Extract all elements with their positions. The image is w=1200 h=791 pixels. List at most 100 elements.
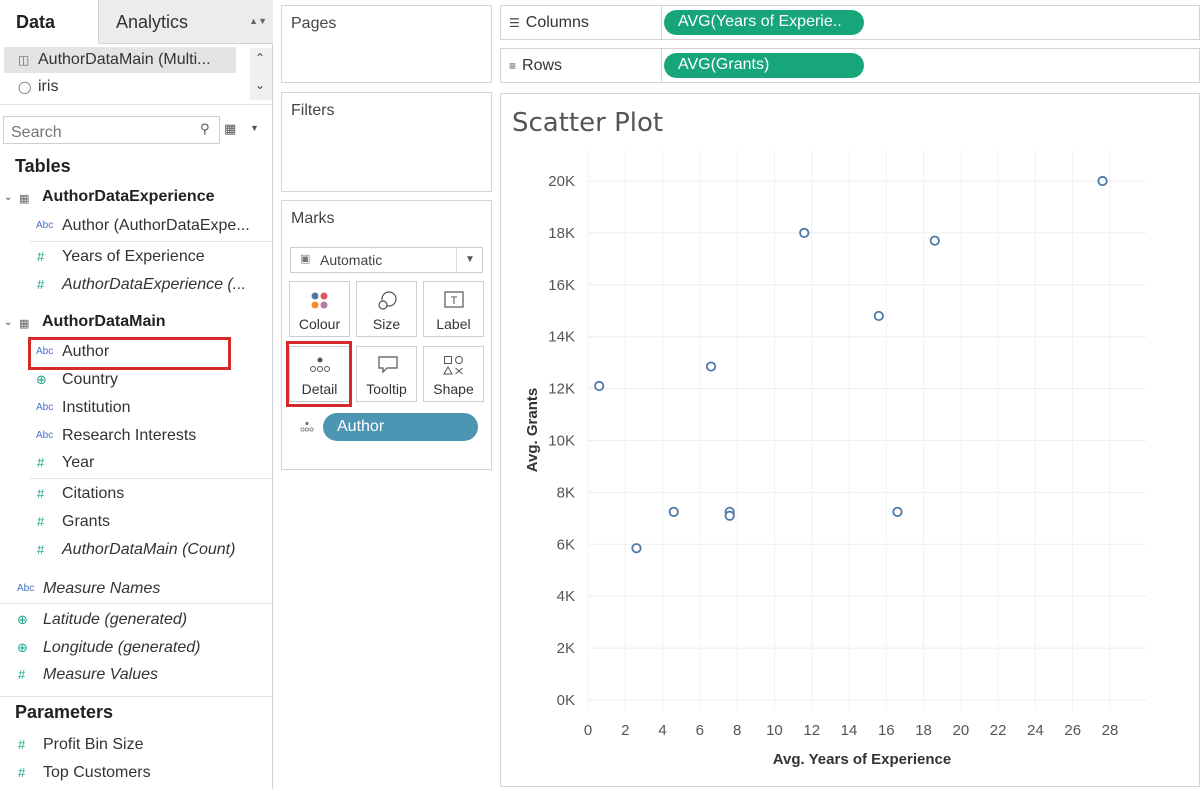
x-tick-label: 2 [621, 722, 629, 739]
x-axis-label: Avg. Years of Experience [773, 751, 951, 768]
filters-card[interactable]: Filters [281, 92, 492, 192]
field-label: Grants [62, 513, 111, 530]
view-list-icon[interactable]: ▦ [224, 121, 236, 137]
field-label: Measure Names [43, 580, 161, 597]
table-header-authordataexperience[interactable]: ⌄ ▦ AuthorDataExperience [0, 188, 272, 214]
scatter-point[interactable] [668, 506, 679, 517]
scatter-point[interactable] [892, 506, 903, 517]
y-tick-label: 18K [548, 225, 575, 242]
detail-icon [300, 421, 314, 432]
mark-type-select[interactable]: ▣ Automatic ▼ [290, 247, 483, 273]
scatter-point[interactable] [1097, 175, 1108, 187]
scatter-point[interactable] [631, 543, 642, 554]
scatter-point[interactable] [724, 510, 735, 521]
table-header-authordatamain[interactable]: ⌄ ▦ AuthorDataMain [0, 313, 272, 339]
scatter-plot[interactable]: 0K2K4K6K8K10K12K14K16K18K20K 0 2 4 6 8 10 12 14… [500, 140, 1200, 780]
rows-shelf[interactable]: ≡ Rows AVG(Grants) [500, 48, 1200, 83]
divider [661, 6, 662, 39]
scroll-down-icon[interactable]: ⌄ [255, 78, 265, 92]
columns-shelf[interactable]: ☰ Columns AVG(Years of Experie.. [500, 5, 1200, 40]
field-item[interactable]: # AuthorDataExperience (... [30, 275, 272, 303]
marks-title: Marks [291, 210, 335, 227]
chevron-down-icon[interactable]: ⌄ [4, 317, 12, 328]
y-tick-label: 16K [548, 277, 575, 294]
field-label: Author (AuthorDataExpe... [62, 217, 250, 234]
scatter-point[interactable] [799, 227, 810, 239]
field-item[interactable]: ⊕ Country [30, 370, 272, 398]
rows-icon: ≡ [509, 59, 517, 73]
label-button[interactable]: T Label [423, 281, 484, 337]
tab-analytics[interactable]: Analytics ▲▼ [98, 0, 273, 44]
columns-pill[interactable]: AVG(Years of Experie.. [664, 10, 864, 35]
field-item[interactable]: # Citations [30, 484, 272, 512]
scatter-point[interactable] [705, 361, 717, 372]
pages-card[interactable]: Pages [281, 5, 492, 83]
search-icon: ⚲ [200, 121, 210, 136]
y-tick-label: 12K [548, 381, 575, 398]
number-type-icon: # [18, 737, 26, 752]
shape-button[interactable]: Shape [423, 346, 484, 402]
field-item[interactable]: # AuthorDataMain (Count) [30, 540, 272, 568]
shape-icon [443, 356, 463, 375]
columns-icon: ☰ [509, 16, 520, 30]
datasource-item-authordatamain[interactable]: ◫ AuthorDataMain (Multi... [4, 47, 236, 73]
shape-label: Shape [433, 381, 474, 397]
datasource-item-iris[interactable]: ◯ iris [4, 74, 236, 100]
field-item[interactable]: # Years of Experience [30, 247, 272, 275]
colour-label: Colour [298, 316, 341, 332]
field-label: Citations [62, 485, 125, 502]
tooltip-button[interactable]: Tooltip [356, 346, 417, 402]
x-tick-label: 10 [766, 722, 783, 739]
string-type-icon: Abc [17, 583, 35, 594]
x-tick-label: 6 [696, 722, 704, 739]
field-item[interactable]: Abc Author (AuthorDataExpe... [30, 216, 272, 244]
size-label: Size [372, 316, 401, 332]
x-tick-label: 12 [803, 722, 820, 739]
tab-data[interactable]: Data [0, 0, 98, 44]
scatter-point[interactable] [873, 310, 884, 322]
parameter-item[interactable]: # Profit Bin Size [0, 735, 272, 763]
field-item[interactable]: # Grants [30, 512, 272, 540]
field-label: Longitude (generated) [43, 639, 201, 656]
datasource-scrollbar[interactable]: ⌃ ⌄ [250, 48, 272, 100]
chevron-down-icon[interactable]: ⌄ [4, 192, 12, 203]
field-item[interactable]: ⊕ Longitude (generated) [0, 638, 272, 666]
field-label: Latitude (generated) [43, 611, 188, 628]
parameters-title: Parameters [15, 702, 114, 722]
scatter-point[interactable] [929, 235, 940, 246]
scroll-up-icon[interactable]: ⌃ [255, 51, 265, 65]
detail-button-highlight [286, 341, 352, 407]
x-tick-label: 0 [584, 722, 592, 739]
number-type-icon: # [18, 765, 26, 780]
string-type-icon: Abc [36, 220, 54, 231]
field-item[interactable]: # Measure Values [0, 665, 272, 693]
field-item[interactable]: Abc Institution [30, 398, 272, 426]
field-label: Years of Experience [62, 248, 205, 265]
y-tick-label: 0K [557, 692, 575, 709]
parameter-item[interactable]: # Top Customers [0, 763, 272, 791]
x-tick-label: 28 [1102, 722, 1119, 739]
field-item[interactable]: Abc Research Interests [30, 426, 272, 454]
field-label: Year [62, 454, 95, 471]
table-icon: ▦ [19, 318, 30, 330]
search-input[interactable] [3, 116, 220, 144]
x-tick-label: 24 [1027, 722, 1044, 739]
author-field-highlight [28, 337, 231, 370]
number-type-icon: # [37, 514, 45, 529]
field-item[interactable]: # Year [30, 453, 272, 481]
size-button[interactable]: Size [356, 281, 417, 337]
detail-pill-author[interactable]: Author [323, 413, 478, 441]
table-icon: ▦ [19, 193, 30, 205]
scatter-point[interactable] [594, 380, 605, 392]
field-label: AuthorDataMain (Count) [62, 541, 236, 558]
chevron-down-icon[interactable]: ▼ [250, 123, 259, 133]
field-label: Institution [62, 399, 131, 416]
x-tick-label: 22 [990, 722, 1007, 739]
tab-analytics-label: Analytics [116, 12, 189, 32]
rows-pill[interactable]: AVG(Grants) [664, 53, 864, 78]
divider [0, 104, 272, 105]
field-item[interactable]: ⊕ Latitude (generated) [0, 610, 272, 638]
y-axis-ticks: 0K 2K 4K 6K 8K 10K 12K 14K 16K 18K 20K [548, 173, 575, 709]
colour-button[interactable]: Colour [289, 281, 350, 337]
pane-menu-icon[interactable]: ▲▼ [249, 16, 267, 26]
